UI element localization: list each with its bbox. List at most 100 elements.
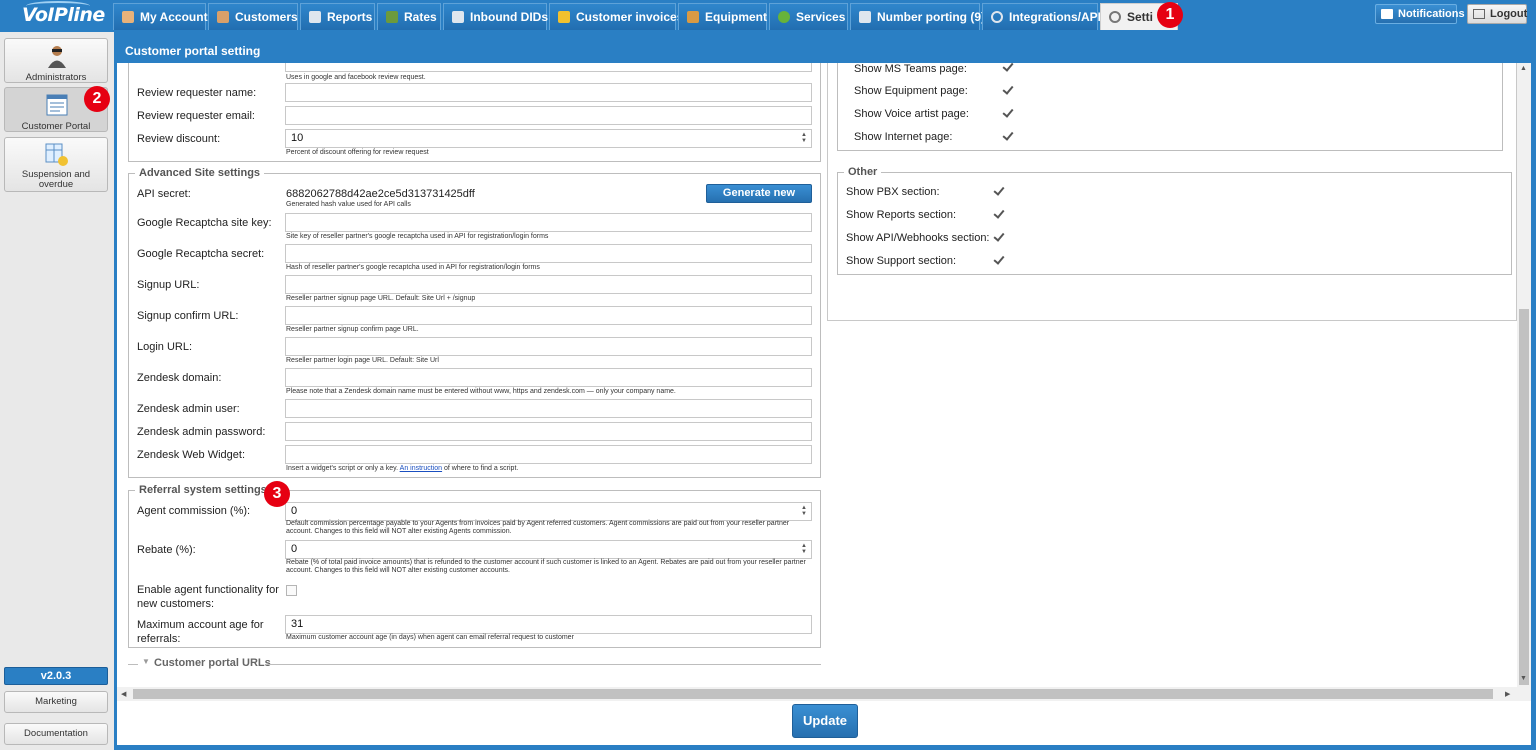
max-account-age-hint: Maximum customer account age (in days) w… (286, 634, 574, 641)
show-internet-label: Show Internet page: (854, 131, 953, 143)
review-email-input[interactable] (285, 106, 812, 125)
zendesk-domain-input[interactable] (285, 368, 812, 387)
tab-rates[interactable]: Rates (377, 3, 441, 30)
recaptcha-secret-input[interactable] (285, 244, 812, 263)
tab-equipment[interactable]: Equipment (678, 3, 767, 30)
horizontal-scrollbar[interactable]: ◀ ▶ (117, 687, 1517, 701)
logo[interactable]: VoIPline (22, 1, 105, 26)
zendesk-password-input[interactable] (285, 422, 812, 441)
vertical-scrollbar[interactable]: ▲ ▼ (1517, 63, 1531, 701)
scroll-down-icon[interactable]: ▼ (1520, 675, 1527, 682)
integrations-icon (991, 11, 1003, 23)
sidebar-item-administrators[interactable]: Administrators (4, 38, 108, 83)
tab-customer-invoices[interactable]: Customer invoices (549, 3, 683, 30)
horizontal-scroll-thumb[interactable] (133, 689, 1493, 699)
show-pbx-checkbox[interactable] (993, 185, 1004, 196)
tab-customers[interactable]: Customers (208, 3, 298, 30)
recaptcha-secret-hint: Hash of reseller partner's google recapt… (286, 264, 540, 271)
scroll-up-icon[interactable]: ▲ (1520, 65, 1527, 72)
show-voice-artist-checkbox[interactable] (1002, 107, 1013, 118)
signup-confirm-url-hint: Reseller partner signup confirm page URL… (286, 326, 419, 333)
vertical-scroll-thumb[interactable] (1519, 309, 1529, 685)
step-badge-1: 1 (1157, 2, 1183, 28)
stepper-icon[interactable]: ▲ ▼ (801, 132, 808, 144)
recaptcha-key-hint: Site key of reseller partner's google re… (286, 233, 549, 240)
show-reports-label: Show Reports section: (846, 209, 957, 221)
equipment-icon (687, 11, 699, 23)
settings-scroll-area[interactable]: Uses in google and facebook review reque… (117, 63, 1517, 687)
signup-url-hint: Reseller partner signup page URL. Defaul… (286, 295, 476, 302)
tab-my-account[interactable]: My Account (113, 3, 208, 30)
review-discount-input[interactable]: 10 ▲ ▼ (285, 129, 812, 148)
portal-icon (46, 94, 68, 116)
show-pbx-label: Show PBX section: (846, 186, 940, 198)
show-api-webhooks-checkbox[interactable] (993, 231, 1004, 242)
generate-token-button[interactable]: Generate new token (706, 184, 812, 216)
inbound-dids-icon (452, 11, 464, 23)
signup-confirm-url-input[interactable] (285, 306, 812, 325)
show-equipment-label: Show Equipment page: (854, 85, 968, 97)
recaptcha-key-input[interactable] (285, 213, 812, 232)
scroll-left-icon[interactable]: ◀ (121, 690, 126, 698)
show-ms-teams-checkbox[interactable] (1002, 63, 1013, 72)
instruction-link[interactable]: An instruction (400, 465, 442, 472)
stepper-icon[interactable]: ▲ ▼ (801, 543, 808, 555)
sidebar-item-label: Customer Portal (21, 121, 91, 132)
enable-agent-label: Enable agent functionality for new custo… (137, 584, 279, 610)
sidebar-item-label: Suspension and overdue (21, 169, 91, 190)
zendesk-widget-input[interactable] (285, 445, 812, 464)
advanced-legend: Advanced Site settings (139, 167, 261, 179)
enable-agent-checkbox[interactable] (286, 585, 297, 596)
review-name-input[interactable] (285, 83, 812, 102)
notifications-button[interactable]: Notifications (1375, 4, 1465, 24)
suspension-icon (45, 143, 68, 166)
tab-reports[interactable]: Reports (300, 3, 375, 30)
scroll-right-icon[interactable]: ▶ (1505, 690, 1510, 698)
show-internet-checkbox[interactable] (1002, 130, 1013, 141)
recaptcha-secret-label: Google Recaptcha secret: (137, 248, 265, 260)
tab-inbound-dids[interactable]: Inbound DIDs (443, 3, 548, 30)
porting-icon (859, 11, 871, 23)
zendesk-user-input[interactable] (285, 399, 812, 418)
max-account-age-input[interactable]: 31 (285, 615, 812, 634)
zendesk-user-label: Zendesk admin user: (137, 403, 240, 415)
signup-url-input[interactable] (285, 275, 812, 294)
agent-commission-label: Agent commission (%): (137, 505, 251, 517)
sidebar-item-suspension[interactable]: Suspension and overdue (4, 137, 108, 192)
show-reports-checkbox[interactable] (993, 208, 1004, 219)
tab-number-porting[interactable]: Number porting (9) (850, 3, 985, 30)
review-top-field[interactable] (285, 63, 812, 72)
zendesk-password-label: Zendesk admin password: (137, 426, 266, 438)
rebate-input[interactable]: 0 ▲ ▼ (285, 540, 812, 559)
signup-confirm-url-label: Signup confirm URL: (137, 310, 239, 322)
page-title: Customer portal setting (117, 39, 1531, 63)
envelope-icon (1381, 9, 1393, 19)
show-equipment-checkbox[interactable] (1002, 84, 1013, 95)
logout-button[interactable]: Logout (1467, 4, 1527, 24)
zendesk-domain-label: Zendesk domain: (137, 372, 222, 384)
login-url-input[interactable] (285, 337, 812, 356)
tab-services[interactable]: Services (769, 3, 848, 30)
customers-icon (217, 11, 229, 23)
documentation-button[interactable]: Documentation (4, 723, 108, 745)
customer-portal-urls-section[interactable]: ▼ Customer portal URLs (128, 657, 821, 671)
show-support-label: Show Support section: (846, 255, 957, 267)
update-button[interactable]: Update (792, 704, 858, 738)
version-badge: v2.0.3 (4, 667, 108, 685)
marketing-button[interactable]: Marketing (4, 691, 108, 713)
login-url-label: Login URL: (137, 341, 193, 353)
collapse-arrow-icon: ▼ (142, 657, 150, 666)
tab-integrations-api[interactable]: Integrations/API (982, 3, 1101, 30)
rebate-hint: Rebate (% of total paid invoice amounts)… (286, 559, 806, 574)
agent-commission-input[interactable]: 0 ▲ ▼ (285, 502, 812, 521)
referral-legend: Referral system settings (139, 484, 267, 496)
show-voice-artist-label: Show Voice artist page: (854, 108, 969, 120)
logout-icon (1473, 9, 1485, 19)
review-discount-hint: Percent of discount offering for review … (286, 149, 429, 156)
stepper-icon[interactable]: ▲ ▼ (801, 505, 808, 517)
show-support-checkbox[interactable] (993, 254, 1004, 265)
agent-commission-hint: Default commission percentage payable to… (286, 520, 790, 535)
services-icon (778, 11, 790, 23)
zendesk-widget-hint: Insert a widget's script or only a key. … (286, 465, 519, 472)
show-api-webhooks-label: Show API/Webhooks section: (846, 232, 990, 244)
